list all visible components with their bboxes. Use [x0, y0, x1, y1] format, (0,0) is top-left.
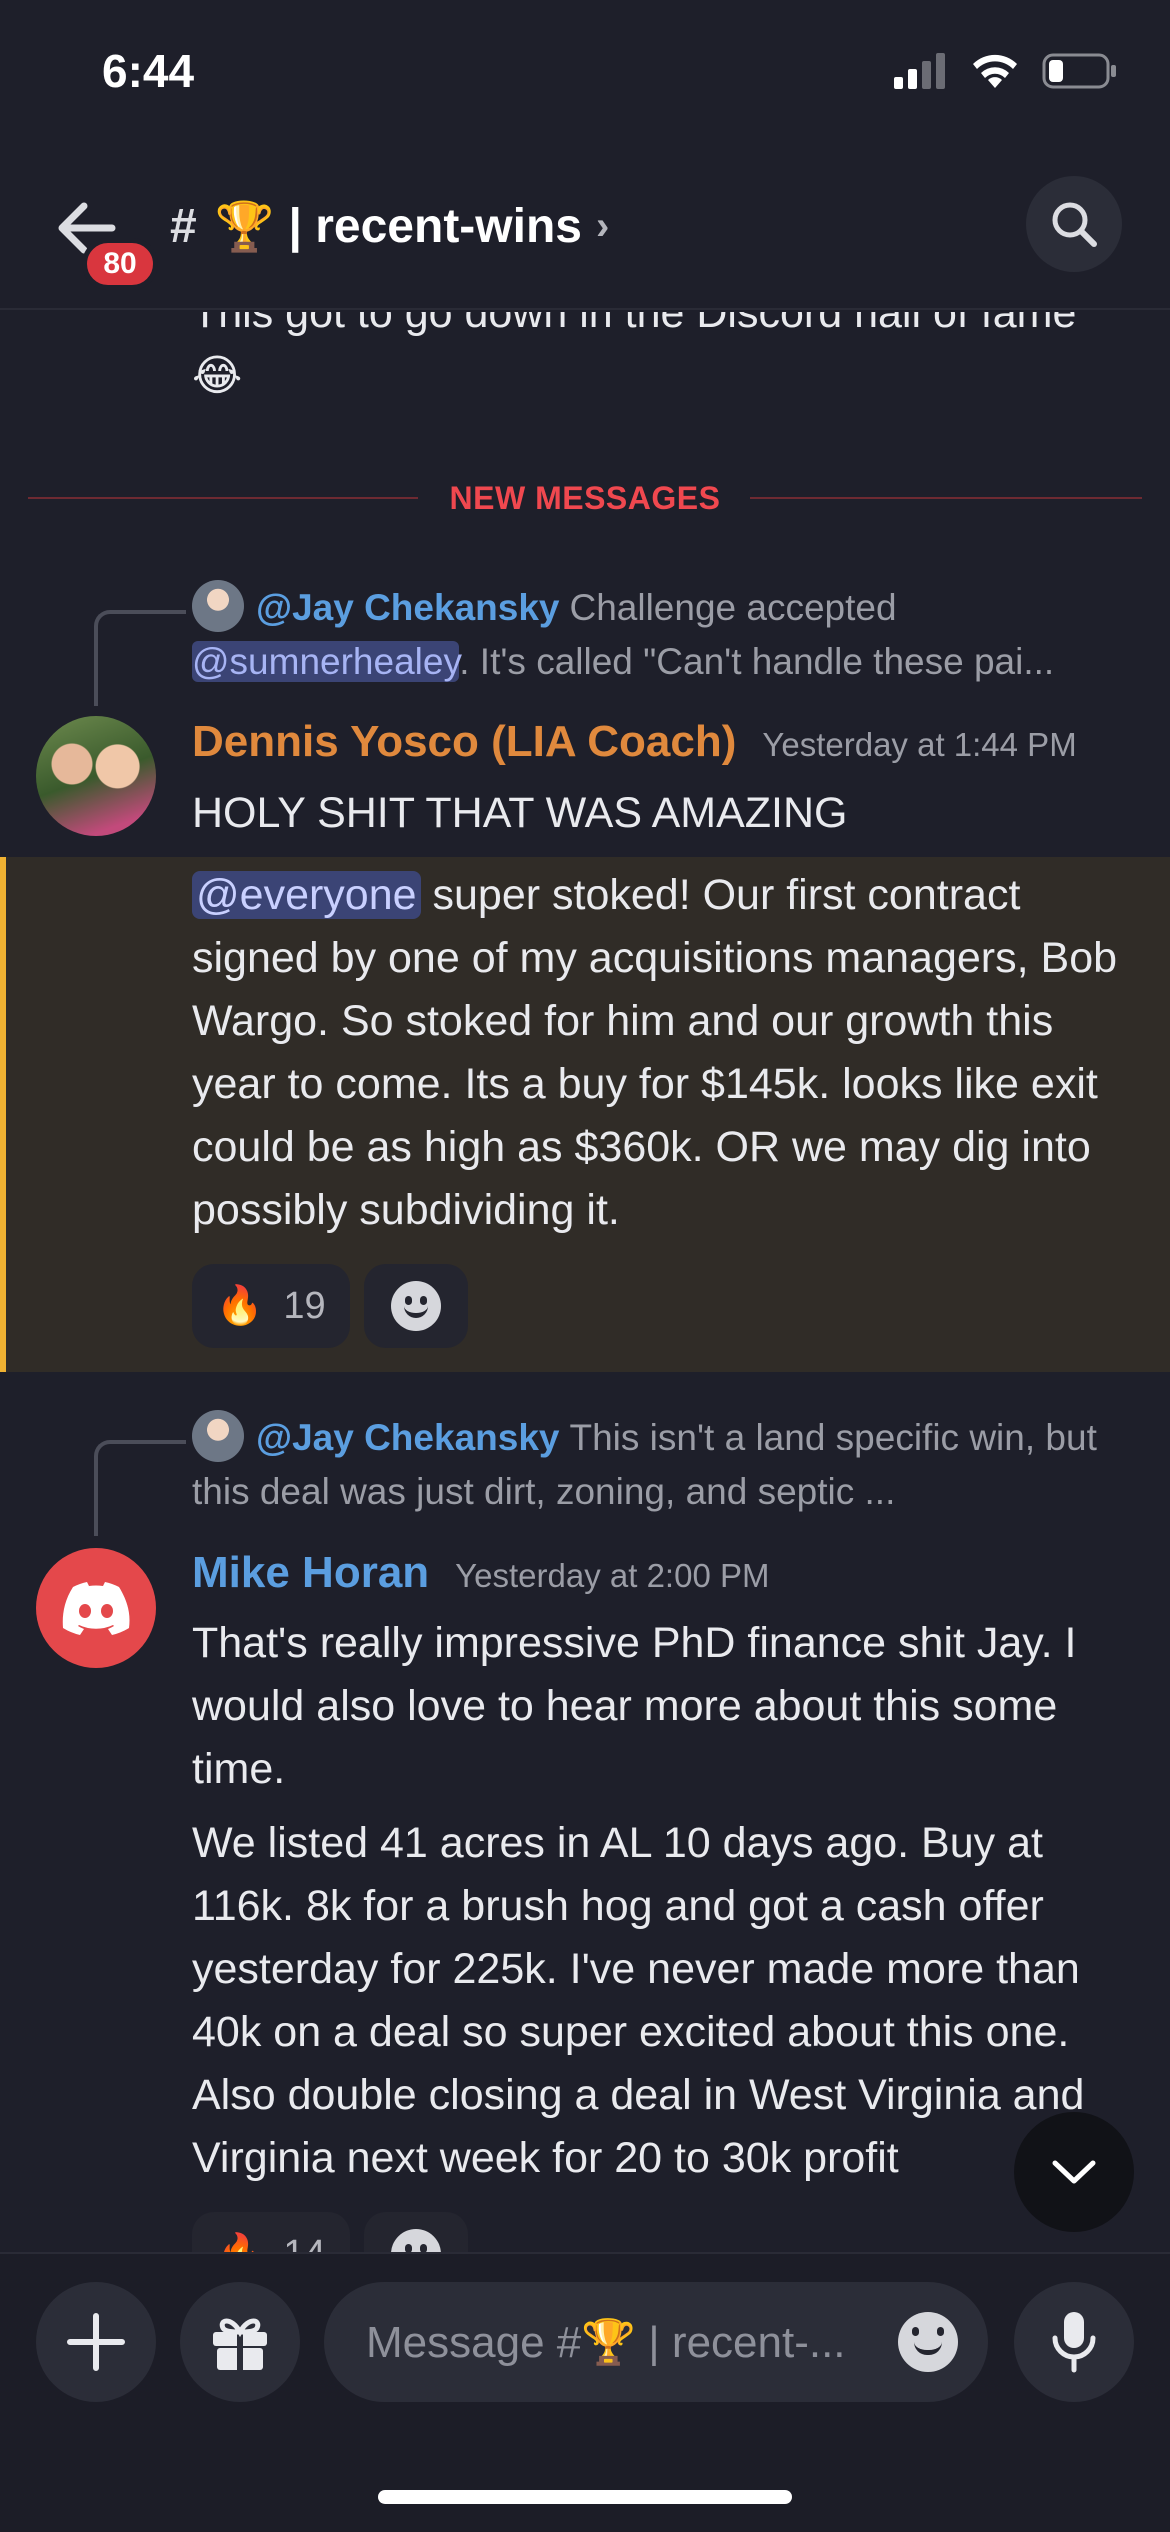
status-time: 6:44: [102, 45, 195, 97]
battery-icon: [1042, 53, 1116, 89]
avatar[interactable]: [36, 1548, 156, 1668]
wifi-icon: [973, 54, 1017, 88]
channel-hash-icon: #: [170, 200, 197, 253]
gift-button[interactable]: [180, 2282, 300, 2402]
reactions: 🔥 19: [192, 1264, 468, 1348]
voice-message-button[interactable]: [1014, 2282, 1134, 2402]
chevron-down-icon: [1052, 2160, 1096, 2184]
emoji-button[interactable]: [898, 2312, 958, 2372]
channel-header: 80 # 🏆 | recent-wins ›: [0, 160, 1170, 310]
new-messages-label: NEW MESSAGES: [449, 480, 721, 516]
message-header: Dennis Yosco (LIA Coach) Yesterday at 1:…: [192, 717, 1077, 767]
message-text: That's really impressive PhD finance shi…: [192, 1619, 1077, 1793]
plus-icon: [67, 2313, 125, 2371]
author-name[interactable]: Dennis Yosco (LIA Coach): [192, 717, 736, 767]
message-text: We listed 41 acres in AL 10 days ago. Bu…: [192, 1819, 1085, 2182]
timestamp: Yesterday at 1:44 PM: [762, 726, 1077, 763]
reply-mention: @sumnerhealey: [192, 641, 460, 682]
new-messages-divider: NEW MESSAGES: [28, 478, 1142, 518]
fire-emoji-icon: 🔥: [216, 1285, 264, 1327]
add-reaction-button[interactable]: [363, 1264, 468, 1348]
reply-author: @Jay Chekansky: [256, 1417, 560, 1458]
fire-emoji-icon: 🔥: [216, 2232, 263, 2252]
laughing-emoji: 😂: [192, 352, 243, 400]
avatar[interactable]: [36, 716, 156, 836]
reply-connector: [94, 1440, 186, 1536]
fire-reaction[interactable]: 🔥 19: [192, 1264, 350, 1348]
emoji-icon: [390, 1281, 441, 1331]
trophy-icon: 🏆: [581, 2318, 637, 2367]
fire-reaction[interactable]: 🔥 14: [192, 2212, 350, 2252]
reply-author: @Jay Chekansky: [256, 587, 560, 628]
message-text: @everyone super stoked! Our first contra…: [192, 871, 1118, 1234]
input-placeholder: Message #🏆 | recent-...: [366, 2318, 846, 2367]
reply-avatar: [192, 580, 244, 632]
reactions: 🔥 14: [192, 2212, 468, 2252]
previous-message-text: This got to go down in the Discord hall …: [192, 312, 1077, 400]
trophy-icon: 🏆: [214, 201, 275, 254]
search-button[interactable]: [1026, 176, 1122, 272]
emoji-icon: [898, 2312, 958, 2372]
reply-preview[interactable]: @Jay Chekansky Challenge accepted @sumner…: [192, 580, 1142, 689]
status-icons: [894, 52, 1118, 90]
timestamp: Yesterday at 2:00 PM: [455, 1557, 770, 1594]
search-icon: [1052, 202, 1097, 247]
everyone-mention[interactable]: @everyone: [192, 871, 421, 919]
discord-logo-icon: [62, 1582, 130, 1635]
jump-to-bottom-button[interactable]: [1014, 2112, 1134, 2232]
add-attachment-button[interactable]: [36, 2282, 156, 2402]
reply-connector: [94, 610, 186, 706]
author-name[interactable]: Mike Horan: [192, 1548, 429, 1598]
add-reaction-button[interactable]: [363, 2212, 468, 2252]
home-indicator[interactable]: [378, 2490, 792, 2504]
reply-preview[interactable]: @Jay Chekansky This isn't a land specific…: [192, 1410, 1142, 1519]
chevron-right-icon: ›: [595, 204, 610, 248]
message-list[interactable]: This got to go down in the Discord hall …: [0, 312, 1170, 2252]
reaction-count: 14: [283, 2233, 325, 2253]
channel-title[interactable]: # 🏆 | recent-wins ›: [170, 198, 609, 255]
message-text: HOLY SHIT THAT WAS AMAZING: [192, 789, 848, 837]
emoji-icon: [390, 2229, 441, 2252]
channel-name: | recent-wins: [288, 200, 582, 253]
reply-avatar: [192, 1410, 244, 1462]
message-input[interactable]: Message #🏆 | recent-...: [324, 2282, 988, 2402]
microphone-icon: [1052, 2312, 1096, 2373]
gift-icon: [213, 2318, 267, 2370]
reaction-count: 19: [283, 1284, 326, 1327]
signal-icon: [894, 53, 945, 89]
status-bar: 6:44: [0, 0, 1170, 150]
message-header: Mike Horan Yesterday at 2:00 PM: [192, 1548, 769, 1598]
unread-badge: 80: [82, 238, 158, 290]
